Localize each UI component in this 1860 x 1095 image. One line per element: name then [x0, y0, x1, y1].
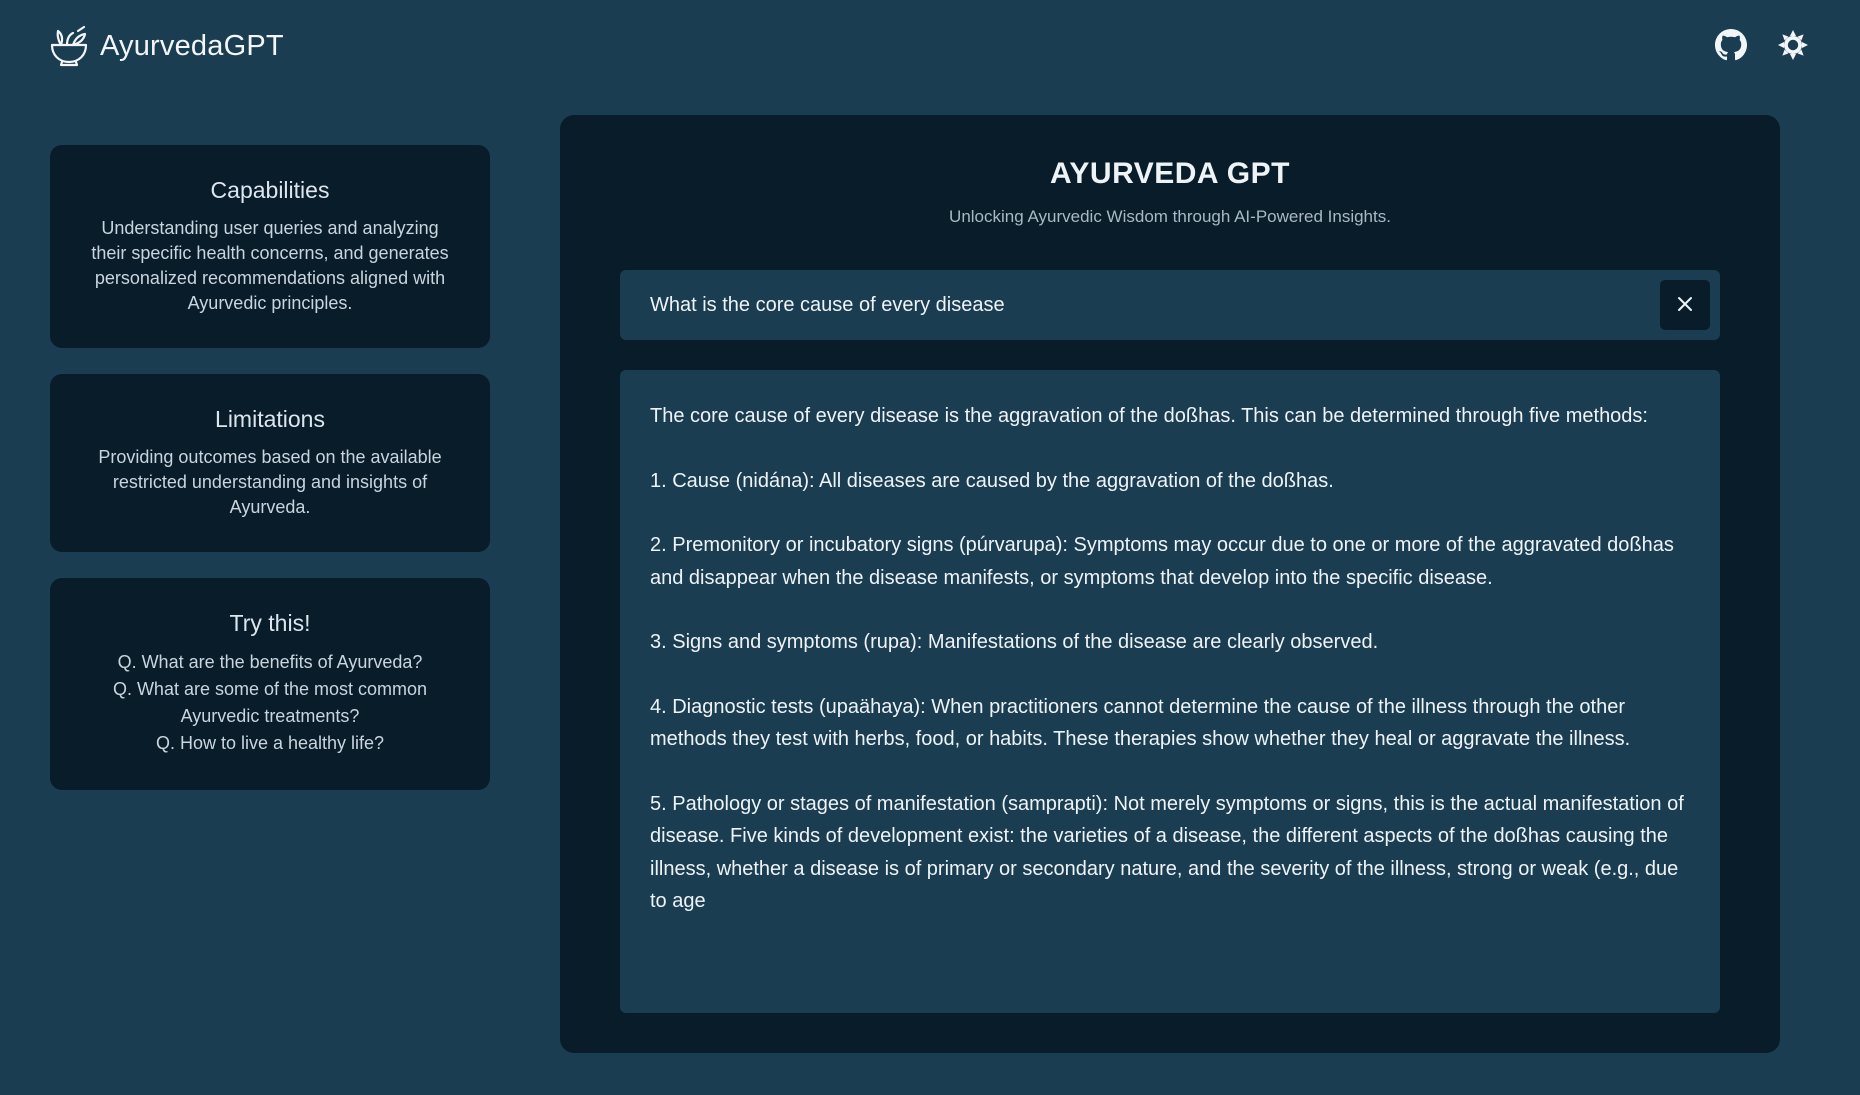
- query-bar: [620, 270, 1720, 340]
- example-question[interactable]: Q. What are the benefits of Ayurveda?: [84, 649, 456, 676]
- try-this-title: Try this!: [229, 610, 311, 636]
- try-this-card: Try this! Q. What are the benefits of Ay…: [50, 578, 490, 790]
- answer-paragraph: 5. Pathology or stages of manifestation …: [650, 792, 1684, 913]
- sun-icon[interactable]: [1776, 28, 1810, 62]
- page-title: AYURVEDA GPT: [1050, 157, 1290, 190]
- answer-paragraph: 2. Premonitory or incubatory signs (púrv…: [650, 534, 1674, 589]
- page-subtitle: Unlocking Ayurvedic Wisdom through AI-Po…: [949, 207, 1391, 226]
- example-question[interactable]: Q. What are some of the most common Ayur…: [84, 676, 456, 730]
- close-icon: [1677, 296, 1693, 315]
- sidebar: Capabilities Understanding user queries …: [50, 145, 490, 816]
- capabilities-title: Capabilities: [210, 177, 330, 203]
- limitations-card: Limitations Providing outcomes based on …: [50, 374, 490, 552]
- answer-panel: The core cause of every disease is the a…: [620, 370, 1720, 1013]
- app-header: AyurvedaGPT: [0, 0, 1860, 92]
- example-question[interactable]: Q. How to live a healthy life?: [84, 730, 456, 757]
- answer-paragraph: 1. Cause (nidána): All diseases are caus…: [650, 469, 1334, 492]
- herb-bowl-icon: [48, 25, 90, 67]
- clear-query-button[interactable]: [1660, 280, 1710, 330]
- answer-paragraph: 3. Signs and symptoms (rupa): Manifestat…: [650, 631, 1379, 653]
- limitations-title: Limitations: [215, 406, 325, 432]
- brand-name: AyurvedaGPT: [100, 29, 284, 62]
- brand[interactable]: AyurvedaGPT: [48, 24, 284, 68]
- main-panel: AYURVEDA GPT Unlocking Ayurvedic Wisdom …: [560, 115, 1780, 1053]
- limitations-text: Providing outcomes based on the availabl…: [98, 447, 442, 517]
- capabilities-card: Capabilities Understanding user queries …: [50, 145, 490, 348]
- example-questions: Q. What are the benefits of Ayurveda? Q.…: [84, 649, 456, 757]
- github-icon[interactable]: [1714, 28, 1748, 62]
- capabilities-text: Understanding user queries and analyzing…: [91, 218, 449, 313]
- header-actions: [1714, 28, 1810, 62]
- query-input[interactable]: [620, 270, 1640, 340]
- answer-paragraph: 4. Diagnostic tests (upaähaya): When pra…: [650, 695, 1631, 751]
- answer-paragraph: The core cause of every disease is the a…: [650, 405, 1648, 427]
